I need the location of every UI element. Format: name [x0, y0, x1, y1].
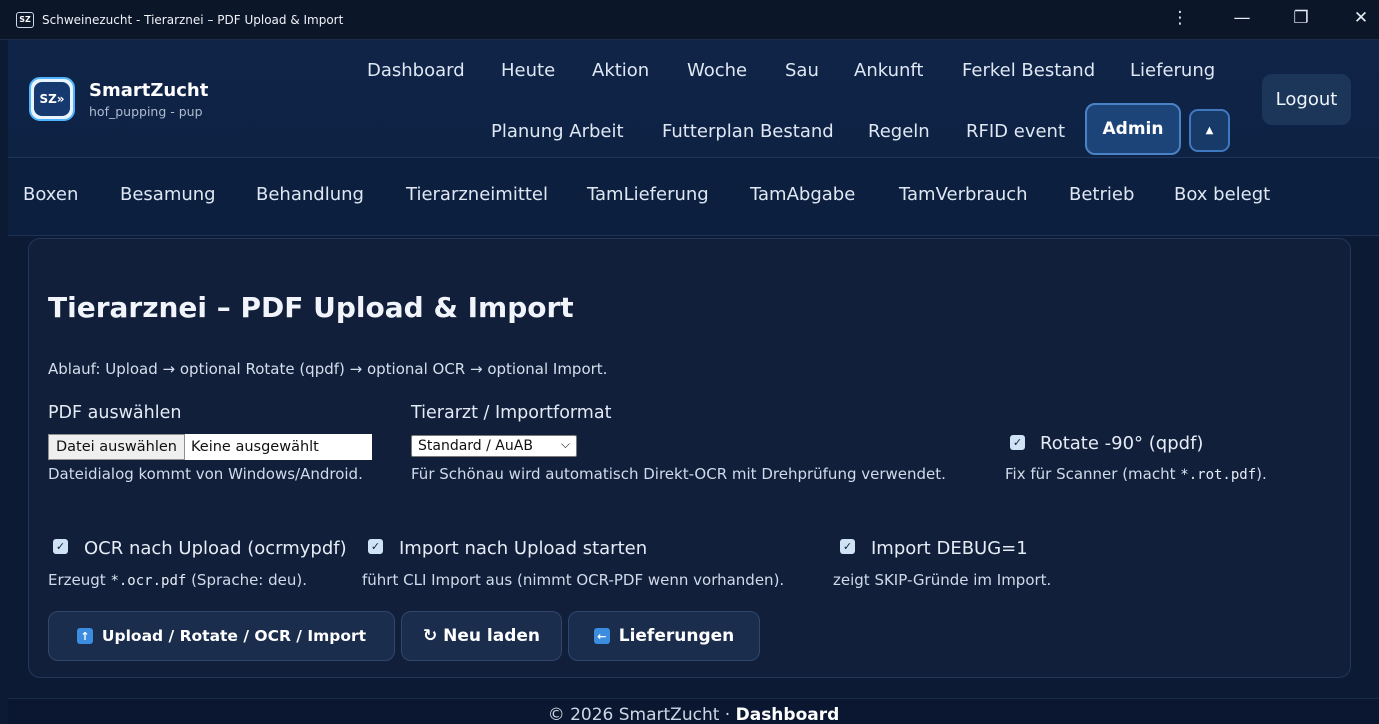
window-titlebar: SZ Schweinezucht - Tierarznei – PDF Uplo… — [0, 0, 1379, 40]
minimize-button[interactable]: — — [1230, 8, 1254, 28]
subnav-behandlung[interactable]: Behandlung — [256, 184, 364, 205]
footer-dashboard-link[interactable]: Dashboard — [736, 705, 840, 724]
upload-card: Tierarznei – PDF Upload & Import Ablauf:… — [28, 238, 1351, 678]
pdf-hint: Dateidialog kommt von Windows/Android. — [48, 465, 363, 483]
import-label: Import nach Upload starten — [399, 538, 648, 559]
ocr-label: OCR nach Upload (ocrmypdf) — [84, 538, 347, 559]
subnav-tierarzneimittel[interactable]: Tierarzneimittel — [406, 184, 548, 205]
app-icon: SZ — [16, 11, 34, 28]
footer: © 2026 SmartZucht · Dashboard — [8, 698, 1379, 724]
nav-rfid-event[interactable]: RFID event — [966, 121, 1065, 142]
debug-label: Import DEBUG=1 — [871, 538, 1028, 559]
nav-dashboard[interactable]: Dashboard — [367, 60, 465, 81]
flow-description: Ablauf: Upload → optional Rotate (qpdf) … — [48, 360, 608, 378]
top-navigation: SZ» SmartZucht hof_pupping - pup Dashboa… — [8, 40, 1379, 158]
subnav-box-belegt[interactable]: Box belegt — [1174, 184, 1270, 205]
subnav-boxen[interactable]: Boxen — [23, 184, 78, 205]
ocr-checkbox[interactable]: ✓ — [53, 539, 68, 554]
brand-name[interactable]: SmartZucht — [89, 80, 208, 101]
footer-copyright: © 2026 SmartZucht · — [547, 705, 736, 724]
upload-button[interactable]: ↑ Upload / Rotate / OCR / Import — [48, 611, 395, 661]
nav-heute[interactable]: Heute — [501, 60, 555, 81]
maximize-button[interactable]: ❐ — [1289, 8, 1313, 28]
collapse-nav-button[interactable]: ▲ — [1189, 109, 1230, 152]
menu-dots-icon[interactable]: ⋮ — [1168, 8, 1192, 28]
subnav-tamverbrauch[interactable]: TamVerbrauch — [899, 184, 1028, 205]
brand-logo-text: SZ» — [34, 82, 70, 116]
brand-logo[interactable]: SZ» — [29, 77, 75, 121]
vet-hint: Für Schönau wird automatisch Direkt-OCR … — [411, 465, 946, 483]
debug-checkbox[interactable]: ✓ — [840, 539, 855, 554]
vet-label: Tierarzt / Importformat — [411, 403, 612, 423]
pdf-file-input[interactable]: Datei auswählen Keine ausgewählt — [48, 434, 372, 460]
subnav-tamlieferung[interactable]: TamLieferung — [587, 184, 709, 205]
nav-regeln[interactable]: Regeln — [868, 121, 930, 142]
nav-futterplan-bestand[interactable]: Futterplan Bestand — [662, 121, 834, 142]
nav-planung-arbeit[interactable]: Planung Arbeit — [491, 121, 624, 142]
reload-button[interactable]: ↻ Neu laden — [401, 611, 562, 661]
file-choose-button[interactable]: Datei auswählen — [48, 434, 185, 460]
nav-aktion[interactable]: Aktion — [592, 60, 649, 81]
pdf-label: PDF auswählen — [48, 403, 182, 423]
admin-button[interactable]: Admin — [1085, 103, 1181, 155]
nav-ankunft[interactable]: Ankunft — [854, 60, 924, 81]
import-checkbox[interactable]: ✓ — [368, 539, 383, 554]
vet-format-select[interactable]: Standard / AuAB ⌵ — [411, 435, 577, 457]
subnav-besamung[interactable]: Besamung — [120, 184, 216, 205]
page-title: Tierarznei – PDF Upload & Import — [48, 291, 574, 324]
vet-format-value: Standard / AuAB — [418, 438, 533, 454]
main-content: Tierarznei – PDF Upload & Import Ablauf:… — [8, 236, 1379, 698]
file-status: Keine ausgewählt — [191, 439, 319, 455]
ocr-hint: Erzeugt *.ocr.pdf (Sprache: deu). — [48, 571, 307, 589]
window-title: Schweinezucht - Tierarznei – PDF Upload … — [42, 12, 344, 27]
nav-lieferung[interactable]: Lieferung — [1130, 60, 1215, 81]
rotate-hint: Fix für Scanner (macht *.rot.pdf). — [1005, 465, 1267, 483]
rotate-label: Rotate -90° (qpdf) — [1040, 433, 1204, 454]
upload-icon: ↑ — [76, 628, 93, 644]
secondary-navigation: Boxen Besamung Behandlung Tierarzneimitt… — [8, 158, 1379, 236]
debug-hint: zeigt SKIP-Gründe im Import. — [833, 571, 1052, 589]
import-hint: führt CLI Import aus (nimmt OCR-PDF wenn… — [362, 571, 785, 589]
nav-woche[interactable]: Woche — [687, 60, 747, 81]
arrow-left-icon: ← — [593, 628, 610, 644]
close-button[interactable]: ✕ — [1349, 8, 1373, 28]
subnav-betrieb[interactable]: Betrieb — [1069, 184, 1134, 205]
rotate-checkbox[interactable]: ✓ — [1010, 435, 1025, 450]
chevron-down-icon: ⌵ — [560, 437, 570, 451]
subnav-tamabgabe[interactable]: TamAbgabe — [750, 184, 855, 205]
nav-ferkel-bestand[interactable]: Ferkel Bestand — [962, 60, 1095, 81]
brand-subtitle: hof_pupping - pup — [89, 104, 203, 119]
nav-sau[interactable]: Sau — [785, 60, 819, 81]
logout-button[interactable]: Logout — [1262, 74, 1351, 125]
deliveries-button[interactable]: ← Lieferungen — [568, 611, 760, 661]
